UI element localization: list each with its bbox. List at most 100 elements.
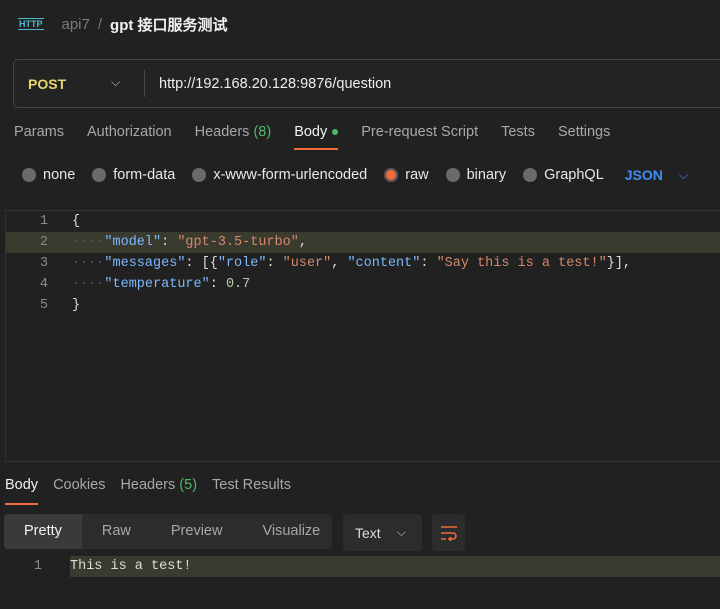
radio-GraphQL[interactable]: GraphQL	[523, 167, 604, 183]
code-token: }	[72, 298, 81, 313]
response-text: This is a test!	[70, 556, 720, 577]
code-token: ····	[72, 235, 105, 250]
radio-icon	[192, 168, 207, 182]
radio-icon	[22, 168, 36, 182]
line-number: 2	[39, 235, 48, 250]
tab-headers[interactable]: Headers (8)	[195, 124, 272, 148]
code-token: ····	[72, 277, 105, 292]
radio-binary[interactable]: binary	[445, 167, 507, 183]
radio-raw[interactable]: raw	[384, 167, 429, 183]
code-line: 2 ····"model": "gpt-3.5-turbo",	[6, 232, 720, 253]
radio-label: binary	[466, 167, 507, 183]
tab-label: Headers	[194, 124, 250, 140]
view-visualize[interactable]: Visualize	[242, 514, 340, 549]
tab-label: Settings	[557, 124, 611, 140]
wrap-lines-button[interactable]	[432, 514, 465, 551]
view-pretty[interactable]: Pretty	[4, 514, 82, 549]
tab-pre-request-script[interactable]: Pre-request Script	[361, 124, 478, 148]
tab-label: Headers	[120, 477, 176, 493]
tab-params[interactable]: Params	[14, 124, 64, 148]
tab-body[interactable]: Body	[294, 124, 339, 150]
code-token: "content"	[347, 256, 421, 271]
view-preview[interactable]: Preview	[151, 514, 243, 549]
request-body-editor[interactable]: 1{2 ····"model": "gpt-3.5-turbo", 3 ····"me…	[5, 210, 720, 462]
code-token: {	[72, 214, 81, 229]
code-line: 5}	[6, 295, 720, 316]
breadcrumb-parent[interactable]: api7	[62, 16, 90, 33]
code-content: ····"model": "gpt-3.5-turbo",	[72, 232, 307, 253]
tab-label: Params	[14, 124, 64, 140]
http-icon: HTTP	[18, 18, 44, 30]
code-token: "gpt-3.5-turbo"	[177, 235, 299, 250]
modified-dot-icon	[332, 129, 339, 136]
chevron-down-icon[interactable]: ⌵	[111, 75, 120, 90]
view-raw[interactable]: Raw	[82, 514, 151, 549]
breadcrumb: HTTP api7 / gpt 接口服务测试	[18, 12, 228, 36]
tab-settings[interactable]: Settings	[558, 124, 610, 148]
tab-label: Authorization	[86, 124, 172, 140]
radio-icon	[384, 168, 399, 182]
tab-label: Body	[5, 477, 39, 493]
code-token: ,	[298, 235, 307, 250]
response-tabs: Body Cookies Headers (5) Test Results	[5, 477, 306, 505]
radio-icon	[445, 168, 460, 182]
code-token: "temperature"	[104, 277, 210, 292]
line-number: 1	[39, 214, 48, 229]
tab-label: Body	[294, 124, 328, 140]
request-tabs: Params Authorization Headers (8) Body Pre-re…	[14, 124, 633, 150]
code-token: "user"	[282, 256, 332, 271]
response-tab-test-results[interactable]: Test Results	[212, 477, 291, 501]
radio-form-data[interactable]: form-data	[92, 167, 175, 183]
code-token: :	[420, 256, 437, 271]
tab-count: (5)	[179, 477, 198, 493]
code-line: 3 ····"messages": [{"role": "user", "cont…	[6, 253, 720, 274]
radio-x-www-form-urlencoded[interactable]: x-www-form-urlencoded	[192, 167, 367, 183]
response-format-select[interactable]: Text ⌵	[343, 514, 422, 551]
radio-none[interactable]: none	[22, 167, 75, 183]
code-token: "messages"	[104, 256, 186, 271]
url-bar: POST ⌵ http://192.168.20.128:9876/questi…	[13, 59, 720, 108]
tab-tests[interactable]: Tests	[501, 124, 535, 148]
code-token: : [{	[185, 256, 218, 271]
radio-label: GraphQL	[544, 167, 604, 183]
line-number: 1	[33, 559, 42, 574]
wrap-lines-icon	[440, 525, 457, 541]
url-input[interactable]: http://192.168.20.128:9876/question	[159, 60, 391, 107]
radio-label: raw	[405, 167, 429, 183]
response-tab-body[interactable]: Body	[5, 477, 39, 505]
raw-format-select[interactable]: JSON	[625, 167, 663, 183]
response-view-toggle: Pretty Raw Preview Visualize	[4, 514, 332, 549]
code-line: 1{	[6, 211, 720, 232]
code-content: ····"temperature": 0.7	[72, 274, 250, 295]
radio-icon	[523, 168, 538, 182]
code-content: ····"messages": [{"role": "user", "conte…	[72, 253, 631, 274]
divider	[144, 70, 145, 97]
tab-authorization[interactable]: Authorization	[87, 124, 172, 148]
radio-icon	[92, 168, 107, 182]
line-number: 4	[39, 277, 48, 292]
tab-label: Pre-request Script	[361, 124, 479, 140]
chevron-down-icon: ⌵	[396, 525, 406, 539]
request-title[interactable]: gpt 接口服务测试	[110, 14, 228, 35]
response-format-label: Text	[355, 524, 381, 541]
body-type-options: none form-data x-www-form-urlencoded raw bin…	[22, 167, 688, 183]
code-token: "Say this is a test!"	[436, 256, 607, 271]
code-token: :	[266, 256, 283, 271]
code-content: }	[72, 295, 80, 316]
response-tab-cookies[interactable]: Cookies	[53, 477, 105, 501]
chevron-down-icon[interactable]: ⌵	[679, 168, 688, 183]
line-number: 3	[39, 256, 48, 271]
code-content: {	[72, 211, 80, 232]
code-token: :	[161, 235, 178, 250]
radio-label: none	[43, 167, 76, 183]
code-token: :	[209, 277, 226, 292]
code-token: }],	[606, 256, 632, 271]
breadcrumb-separator: /	[97, 15, 103, 33]
tab-label: Tests	[501, 124, 535, 140]
line-number: 5	[39, 298, 48, 313]
code-token: ····	[72, 256, 105, 271]
method-select[interactable]: POST	[28, 60, 66, 107]
response-tab-headers[interactable]: Headers (5)	[120, 477, 197, 501]
radio-label: form-data	[113, 167, 176, 183]
code-token: "role"	[217, 256, 267, 271]
